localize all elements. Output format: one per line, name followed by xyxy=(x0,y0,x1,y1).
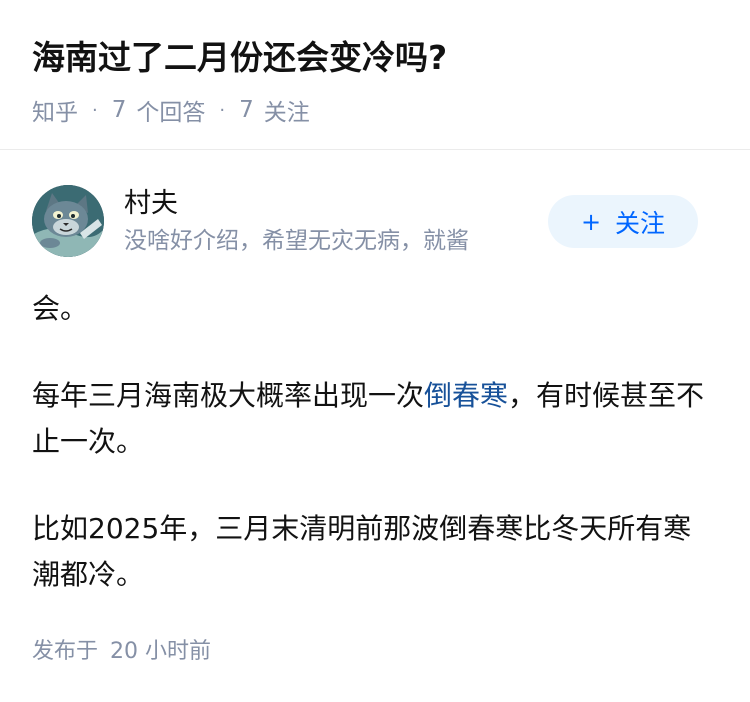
question-header: 海南过了二月份还会变冷吗? 知乎 · 7 个回答 · 7 关注 xyxy=(0,0,750,150)
author-bio: 没啥好介绍，希望无灾无病，就酱 xyxy=(124,228,469,254)
publish-prefix: 发布于 xyxy=(32,639,99,664)
cat-cartoon-avatar-icon xyxy=(32,185,104,257)
meta-separator: · xyxy=(92,99,98,121)
publish-time[interactable]: 发布于 20 小时前 xyxy=(32,636,211,668)
answers-count: 7 xyxy=(111,97,127,123)
inline-link[interactable]: 倒春寒 xyxy=(424,379,508,412)
publish-time-value: 20 小时前 xyxy=(110,639,212,664)
answers-label[interactable]: 个回答 xyxy=(136,93,205,127)
question-title[interactable]: 海南过了二月份还会变冷吗? xyxy=(32,35,447,81)
source-label: 知乎 xyxy=(32,100,78,126)
follow-label: 关注 xyxy=(615,208,666,238)
follow-button[interactable]: + 关注 xyxy=(548,195,698,248)
paragraph-text: 每年三月海南极大概率出现一次 xyxy=(32,379,425,412)
followers-label: 关注 xyxy=(263,100,310,126)
meta-separator: · xyxy=(219,99,226,121)
answer-paragraph: 会。 xyxy=(32,292,89,325)
avatar[interactable] xyxy=(32,185,104,257)
author-name[interactable]: 村夫 xyxy=(124,186,178,222)
followers-count: 7 xyxy=(239,97,254,123)
answer-paragraph: 每年三月海南极大概率出现一次倒春寒，有时候甚至不止一次。 xyxy=(32,373,718,465)
answer-paragraph: 比如2025年，三月末清明前那波倒春寒比冬天所有寒潮都冷。 xyxy=(32,512,692,591)
plus-icon: + xyxy=(580,207,602,236)
author-info: 村夫 没啥好介绍，希望无灾无病，就酱 + 关注 xyxy=(0,183,750,261)
question-meta: 知乎 · 7 个回答 · 7 关注 xyxy=(32,93,310,127)
